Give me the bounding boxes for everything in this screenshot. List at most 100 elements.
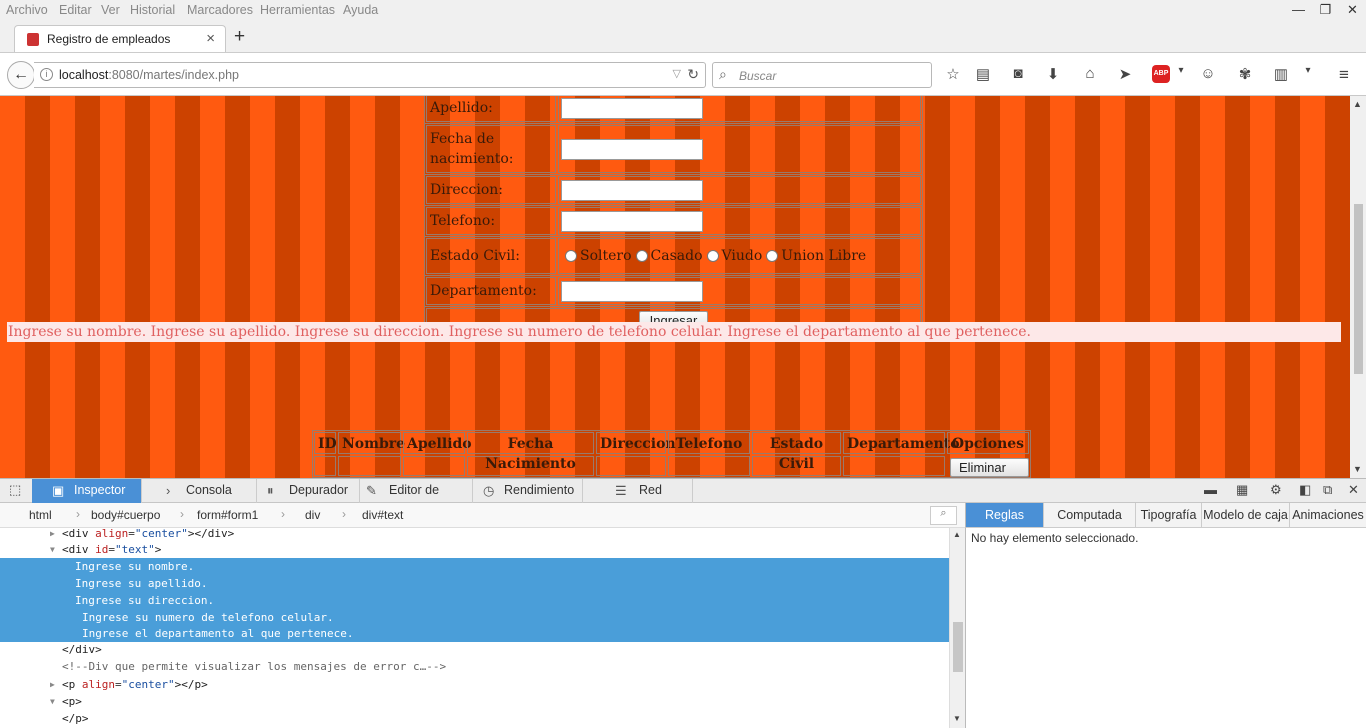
- radio-casado[interactable]: Casado: [635, 248, 703, 264]
- expand-arrow-icon[interactable]: ▶: [50, 525, 55, 542]
- back-arrow-icon[interactable]: ←: [7, 61, 35, 89]
- menu-historial[interactable]: Historial: [130, 3, 175, 17]
- radio-circle[interactable]: [766, 250, 779, 262]
- tab-rendimiento[interactable]: ◷ Rendimiento: [473, 479, 583, 503]
- hamburger-menu-icon[interactable]: ≡: [1333, 65, 1355, 85]
- markup-search-icon[interactable]: ⌕: [930, 506, 957, 525]
- scroll-up-icon[interactable]: ▲: [953, 530, 961, 539]
- close-tab-icon[interactable]: ×: [206, 30, 215, 47]
- radio-soltero[interactable]: Soltero: [559, 248, 632, 264]
- crumb-body[interactable]: body#cuerpo: [91, 508, 160, 522]
- tab-red[interactable]: ☰ Red: [583, 479, 693, 503]
- responsive-icon[interactable]: ▦: [1236, 482, 1248, 498]
- tab-inspector[interactable]: ▣ Inspector: [32, 479, 142, 503]
- tab-animaciones[interactable]: Animaciones: [1290, 503, 1366, 527]
- menu-ver[interactable]: Ver: [101, 3, 120, 17]
- markup-line[interactable]: ▼ <p>: [0, 693, 949, 710]
- eliminar-button[interactable]: Eliminar: [950, 458, 1029, 477]
- scroll-up-icon[interactable]: ▲: [1353, 99, 1362, 109]
- menu-marcadores[interactable]: Marcadores: [187, 3, 253, 17]
- markup-line[interactable]: </div>: [0, 641, 949, 658]
- collapse-arrow-icon[interactable]: ▼: [50, 541, 55, 558]
- telefono-input[interactable]: [561, 210, 703, 232]
- scroll-thumb[interactable]: [1354, 204, 1363, 374]
- tab-tipografia[interactable]: Tipografía: [1136, 503, 1202, 527]
- menu-editar[interactable]: Editar: [59, 3, 92, 17]
- cell: [668, 456, 750, 476]
- adblock-dropdown-icon[interactable]: ▾: [1170, 65, 1192, 76]
- new-tab-icon[interactable]: +: [234, 26, 245, 48]
- bookmark-star-icon[interactable]: ☆: [942, 65, 964, 83]
- pocket-icon[interactable]: ◙: [1007, 65, 1029, 82]
- pick-element-icon[interactable]: ⬚: [9, 482, 21, 498]
- tag: ></p>: [174, 678, 208, 691]
- tab-label: Rendimiento: [504, 483, 575, 497]
- dock-side-icon[interactable]: ◧: [1299, 482, 1311, 498]
- direccion-input[interactable]: [561, 179, 703, 201]
- close-devtools-icon[interactable]: ✕: [1348, 482, 1359, 498]
- table-row: Eliminar: [313, 455, 1030, 477]
- split-console-icon[interactable]: ▬: [1204, 482, 1217, 497]
- menu-archivo[interactable]: Archivo: [6, 3, 48, 17]
- fecha-input[interactable]: [561, 138, 703, 160]
- crumb-div-text[interactable]: div#text: [362, 508, 403, 522]
- adblock-icon[interactable]: ABP: [1152, 65, 1170, 83]
- error-message: Ingrese su nombre. Ingrese su apellido. …: [7, 322, 1341, 342]
- crumb-div[interactable]: div: [305, 508, 320, 522]
- crumb-form[interactable]: form#form1: [197, 508, 258, 522]
- markup-selected-text-node[interactable]: Ingrese su nombre. Ingrese su apellido. …: [0, 558, 949, 642]
- markup-line[interactable]: </p>: [0, 710, 949, 727]
- minimize-icon[interactable]: —: [1285, 0, 1312, 22]
- scroll-down-icon[interactable]: ▼: [1353, 464, 1362, 474]
- form-row-direccion: Direccion:: [425, 175, 922, 206]
- attr-name: align: [81, 678, 115, 691]
- tab-registro[interactable]: Registro de empleados ×: [14, 25, 226, 53]
- markup-line[interactable]: ▶ <div align="center"></div>: [0, 525, 949, 542]
- menu-herramientas[interactable]: Herramientas: [260, 3, 335, 17]
- markup-line[interactable]: <!--Div que permite visualizar los mensa…: [0, 658, 949, 675]
- scroll-down-icon[interactable]: ▼: [953, 714, 961, 723]
- tab-consola[interactable]: › Consola: [142, 479, 257, 503]
- toolbar-dropdown-icon[interactable]: ▾: [1297, 65, 1319, 76]
- markup-scrollbar[interactable]: ▲ ▼: [949, 528, 965, 728]
- radio-union-libre[interactable]: Union Libre: [766, 248, 866, 264]
- clipboard-icon[interactable]: ▥: [1270, 65, 1292, 83]
- smiley-icon[interactable]: ☺: [1197, 65, 1219, 82]
- radio-viudo[interactable]: Viudo: [706, 248, 762, 264]
- tab-label: Inspector: [74, 483, 126, 497]
- reload-icon[interactable]: ↻: [687, 66, 699, 83]
- crumb-html[interactable]: html: [29, 508, 52, 522]
- download-icon[interactable]: ⬇: [1042, 65, 1064, 83]
- settings-gear-icon[interactable]: ⚙: [1270, 482, 1282, 498]
- apellido-input[interactable]: [561, 97, 703, 119]
- collapse-arrow-icon[interactable]: ▼: [50, 693, 55, 710]
- radio-circle[interactable]: [706, 250, 719, 262]
- reader-list-icon[interactable]: ▤: [972, 65, 994, 83]
- expand-arrow-icon[interactable]: ▶: [50, 676, 55, 693]
- tab-reglas[interactable]: Reglas: [966, 503, 1044, 527]
- label-fecha-line2: nacimiento:: [430, 151, 514, 167]
- markup-line[interactable]: ▼ <div id="text">: [0, 541, 949, 558]
- tab-computada[interactable]: Computada: [1044, 503, 1136, 527]
- home-icon[interactable]: ⌂: [1079, 65, 1101, 82]
- radio-circle[interactable]: [565, 250, 577, 262]
- tab-editor-estilos[interactable]: ✎Editor de esti...: [360, 479, 473, 520]
- send-icon[interactable]: ➤: [1114, 65, 1136, 83]
- scroll-thumb[interactable]: [953, 622, 963, 672]
- tab-modelo-caja[interactable]: Modelo de caja: [1202, 503, 1290, 527]
- url-bar[interactable]: i localhost:8080/martes/index.php ▽ ↻: [34, 62, 706, 88]
- site-info-icon[interactable]: i: [40, 68, 53, 81]
- url-dropdown-icon[interactable]: ▽: [673, 67, 681, 80]
- undock-icon[interactable]: ⧉: [1323, 482, 1332, 498]
- restore-icon[interactable]: ❐: [1312, 0, 1339, 22]
- search-box[interactable]: ⌕ Buscar: [712, 62, 932, 88]
- extension-icon[interactable]: ✾: [1234, 65, 1256, 83]
- radio-circle[interactable]: [635, 250, 648, 262]
- tab-depurador[interactable]: ⏸ Depurador: [257, 479, 360, 503]
- menu-ayuda[interactable]: Ayuda: [343, 3, 378, 17]
- label-fecha-line1: Fecha de: [430, 131, 495, 147]
- markup-line[interactable]: ▶ <p align="center"></p>: [0, 676, 949, 693]
- page-scrollbar[interactable]: ▲ ▼: [1350, 96, 1366, 478]
- close-window-icon[interactable]: ✕: [1339, 0, 1366, 22]
- departamento-input[interactable]: [561, 280, 703, 302]
